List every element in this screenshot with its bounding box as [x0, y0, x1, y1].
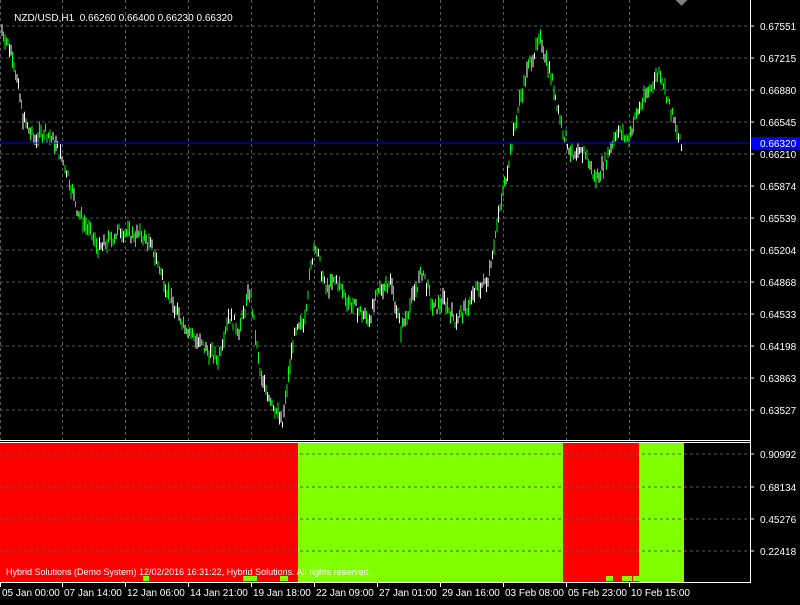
main-price-pane	[0, 0, 750, 440]
indicator-marker	[633, 576, 639, 581]
price-tick-label: 0.64868	[760, 278, 797, 289]
indicator-marker	[606, 576, 613, 581]
price-tick-label: 0.65874	[760, 182, 797, 193]
indicator-marker	[622, 576, 632, 581]
indicator-zone-down	[563, 442, 639, 582]
indicator-tick-label: 0.22418	[760, 547, 797, 558]
indicator-tick-label: 0.90992	[760, 450, 797, 461]
low-price: 0.66230	[157, 13, 194, 24]
time-tick-label: 05 Jan 00:00	[2, 588, 60, 599]
price-tick-label: 0.64533	[760, 310, 797, 321]
time-tick-label: 27 Jan 01:00	[379, 588, 437, 599]
indicator-tick-label: 0.68134	[760, 483, 797, 494]
open-price: 0.66260	[79, 13, 116, 24]
time-tick-label: 12 Jan 06:00	[127, 588, 185, 599]
price-tick-label: 0.65539	[760, 214, 797, 225]
time-tick-label: 29 Jan 16:00	[442, 588, 500, 599]
price-tick-label: 0.65204	[760, 246, 797, 257]
indicator-zone-up	[639, 442, 684, 582]
time-tick-label: 14 Jan 21:00	[190, 588, 248, 599]
current-price-label: 0.66320	[760, 139, 797, 150]
indicator-zone-up	[298, 442, 563, 582]
indicator-zone-down	[0, 442, 298, 582]
time-tick-label: 05 Feb 23:00	[568, 588, 627, 599]
price-tick-label: 0.66210	[760, 150, 797, 161]
close-price: 0.66320	[196, 13, 233, 24]
price-tick-label: 0.63527	[760, 406, 797, 417]
symbol-name: NZD/USD,H1	[14, 13, 75, 24]
time-tick-label: 19 Jan 18:00	[253, 588, 311, 599]
time-tick-label: 10 Feb 15:00	[631, 588, 690, 599]
price-tick-label: 0.66545	[760, 118, 797, 129]
price-tick-label: 0.66880	[760, 86, 797, 97]
trading-chart-window[interactable]: 0.67551 0.67215 0.66880 0.66545 0.66210 0.658…	[0, 0, 800, 600]
price-tick-label: 0.63863	[760, 374, 797, 385]
price-tick-label: 0.64198	[760, 342, 797, 353]
copyright-notice: Hybrid Solutions (Demo System) 12/02/201…	[6, 567, 372, 577]
chart-canvas[interactable]: 0.67551 0.67215 0.66880 0.66545 0.66210 0.658…	[0, 0, 800, 600]
indicator-pane	[0, 442, 750, 582]
symbol-ohlc-label: NZD/USD,H1 0.66260 0.66400 0.66230 0.663…	[3, 2, 233, 35]
price-tick-label: 0.67551	[760, 22, 797, 33]
indicator-tick-label: 0.45276	[760, 515, 797, 526]
time-tick-label: 22 Jan 09:00	[316, 588, 374, 599]
time-tick-label: 07 Jan 14:00	[64, 588, 122, 599]
price-tick-label: 0.67215	[760, 54, 797, 65]
high-price: 0.66400	[118, 13, 155, 24]
time-tick-label: 03 Feb 08:00	[505, 588, 564, 599]
